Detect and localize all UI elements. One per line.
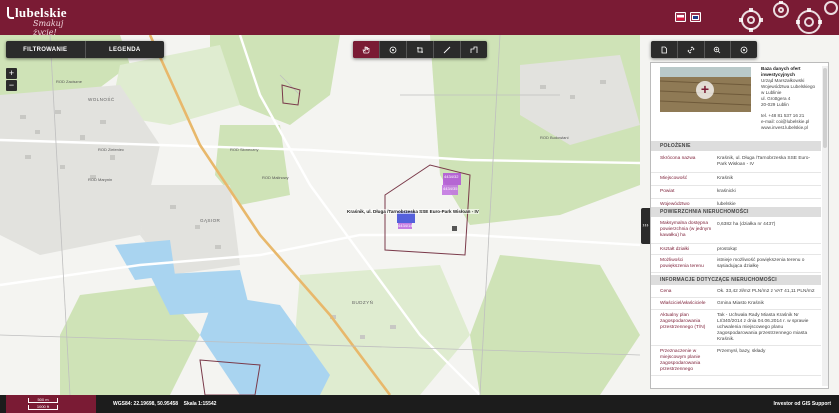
table-row: Powiat kraśnicki xyxy=(651,186,821,199)
map-label-gasior: GĄSIOR xyxy=(200,218,221,223)
table-row: Cena Ok. 33,42 zł/m2 PLN/m2 z VAT 41,11 … xyxy=(651,286,821,298)
flag-pl-icon xyxy=(677,14,684,20)
map-label-rod-malinowy: ROD Malinowy xyxy=(262,175,289,180)
zoom-search-button[interactable] xyxy=(703,41,731,58)
scale-imperial: 1000 ft xyxy=(28,405,58,410)
wgs84-coords: WGS84: 22.19698, 50.95458 xyxy=(113,401,179,407)
zoom-in-button[interactable]: + xyxy=(6,68,17,79)
app-header: lubelskie Smakuj życie! xyxy=(0,0,839,37)
crop-icon xyxy=(417,46,423,53)
parcel-label[interactable]: 4434/32 xyxy=(444,174,458,179)
identify-tool-button[interactable] xyxy=(379,41,406,58)
flag-en-icon xyxy=(692,14,699,20)
document-icon xyxy=(661,46,667,53)
gears-decoration-icon xyxy=(739,1,838,34)
info-title: Baza danych ofert inwestycyjnych xyxy=(761,66,801,77)
offer-details-panel: + Baza danych ofert inwestycyjnych Urząd… xyxy=(650,62,829,389)
credit-link[interactable]: Investor od GIS Support xyxy=(773,401,831,407)
row-value: Tak - Uchwała Rady Miasta Kraśnik Nr LI/… xyxy=(717,313,809,342)
table-row: Kształt działki prostokąt xyxy=(651,244,821,255)
row-label: Miejscowość xyxy=(660,176,688,181)
info-circle-icon xyxy=(740,46,748,53)
filter-button[interactable]: FILTROWANIE xyxy=(6,41,85,58)
section-area[interactable]: POWIERZCHNIA NIERUCHOMOŚCI xyxy=(651,207,821,217)
row-value: kraśnicki xyxy=(717,189,736,194)
parcel-label[interactable]: 4434/14 xyxy=(398,223,412,228)
map-label-rod-sloneczny: ROD Słoneczny xyxy=(230,147,259,152)
pan-tool-button[interactable] xyxy=(353,41,379,58)
print-pdf-button[interactable] xyxy=(651,41,677,58)
chevrons-right-icon: ››› xyxy=(642,223,649,229)
table-row: Możliwości powiększenia terenu istnieje … xyxy=(651,255,821,273)
ruler-line-icon xyxy=(443,46,451,53)
coordinates-readout: WGS84: 22.19698, 50.95458 Skala 1:15542 xyxy=(113,401,216,407)
row-value: Kraśnik, ul. Długa /Tarnobrzeska SSE Eur… xyxy=(717,156,811,167)
status-bar: 500 m 1000 ft WGS84: 22.19698, 50.95458 … xyxy=(0,395,839,413)
panel-collapse-button[interactable]: ››› xyxy=(641,208,650,244)
link-icon xyxy=(687,45,695,54)
row-label: Powiat xyxy=(660,189,675,194)
row-value: Ok. 33,42 zł/m2 PLN/m2 z VAT 41,11 PLN/m… xyxy=(717,289,815,294)
about-button[interactable] xyxy=(730,41,757,58)
offer-photo[interactable]: + xyxy=(660,67,751,112)
zoom-out-button[interactable]: − xyxy=(6,80,17,91)
zoom-controls: + − xyxy=(6,68,17,92)
row-value: Przemysł, bazy, składy xyxy=(717,349,766,354)
section-location[interactable]: POŁOŻENIE xyxy=(651,141,821,151)
table-row: Miejscowość Kraśnik xyxy=(651,173,821,186)
section-property-info[interactable]: INFORMACJE DOTYCZĄCE NIERUCHOMOŚCI xyxy=(651,275,821,285)
share-link-button[interactable] xyxy=(676,41,704,58)
info-website[interactable]: www.invest.lubelskie.pl xyxy=(761,125,825,131)
map-label-rod-zieleniec: ROD Zieleniec xyxy=(98,147,125,152)
hand-icon xyxy=(362,46,370,53)
table-row: Przeznaczenie w miejscowym planie zagosp… xyxy=(651,346,821,376)
lubelskie-logo[interactable]: lubelskie Smakuj życie! xyxy=(7,5,79,37)
map-label-wolnosc: WOLNOŚĆ xyxy=(88,97,115,102)
row-value: 0,6382 ha (działka nr 4437) xyxy=(717,222,776,227)
table-row: Aktualny plan zagospodarowania przestrze… xyxy=(651,310,821,346)
row-value: Gmina Miasto Kraśnik xyxy=(717,301,764,306)
measure-distance-button[interactable] xyxy=(433,41,460,58)
map-label-rod-budowlani: ROD Budowlani xyxy=(540,135,569,140)
offer-callout-label[interactable]: Kraśnik, ul. Długa /Tarnobrzeska SSE Eur… xyxy=(347,209,479,214)
row-label: Możliwości powiększenia terenu xyxy=(660,258,704,269)
select-area-tool-button[interactable] xyxy=(406,41,433,58)
row-label: Maksymalna dostępna powierzchnia (w jedn… xyxy=(660,221,712,238)
map-label-rod-marynin: ROD Marynin xyxy=(88,177,113,182)
table-row: Właściciel/właściciele Gmina Miasto Kraś… xyxy=(651,298,821,310)
contact-info: Baza danych ofert inwestycyjnych Urząd M… xyxy=(761,66,825,131)
row-label: Przeznaczenie w miejscowym planie zagosp… xyxy=(660,349,701,372)
language-en-button[interactable] xyxy=(690,12,701,22)
row-label: Aktualny plan zagospodarowania przestrze… xyxy=(660,313,706,330)
table-row: Maksymalna dostępna powierzchnia (w jedn… xyxy=(651,218,821,244)
parcel-label[interactable]: 4434/35 xyxy=(443,186,457,191)
polygon-icon xyxy=(470,46,478,53)
map-label-budzyn: BUDZYŃ xyxy=(352,300,374,305)
photo-gallery-button[interactable]: + xyxy=(696,81,714,99)
panel-scrollbar-thumb[interactable] xyxy=(823,68,827,148)
row-label: Kształt działki xyxy=(660,247,690,252)
row-value: Kraśnik xyxy=(717,176,733,181)
scale-bar: 500 m 1000 ft xyxy=(6,395,96,413)
row-label: Właściciel/właściciele xyxy=(660,301,706,306)
measure-area-button[interactable] xyxy=(460,41,487,58)
left-toolbar: FILTROWANIE LEGENDA xyxy=(6,41,164,58)
row-value: istnieje możliwość powiększenia terenu o… xyxy=(717,258,805,269)
map-label-rod-zaciszne: ROD Zaciszne xyxy=(56,79,83,84)
logo-mark-icon xyxy=(7,7,14,19)
map-scale: Skala 1:15542 xyxy=(183,401,217,407)
legend-button[interactable]: LEGENDA xyxy=(84,41,165,58)
info-circle-icon xyxy=(389,46,397,53)
map-tools-toolbar xyxy=(353,41,487,58)
row-value: prostokąt xyxy=(717,247,737,252)
row-label: Skrócona nazwa xyxy=(660,156,696,161)
magnifier-plus-icon xyxy=(714,46,721,53)
utility-toolbar xyxy=(651,41,757,58)
row-label: Cena xyxy=(660,289,672,294)
language-pl-button[interactable] xyxy=(675,12,686,22)
table-row: Skrócona nazwa Kraśnik, ul. Długa /Tarno… xyxy=(651,153,821,173)
scale-metric: 500 m xyxy=(28,398,58,403)
